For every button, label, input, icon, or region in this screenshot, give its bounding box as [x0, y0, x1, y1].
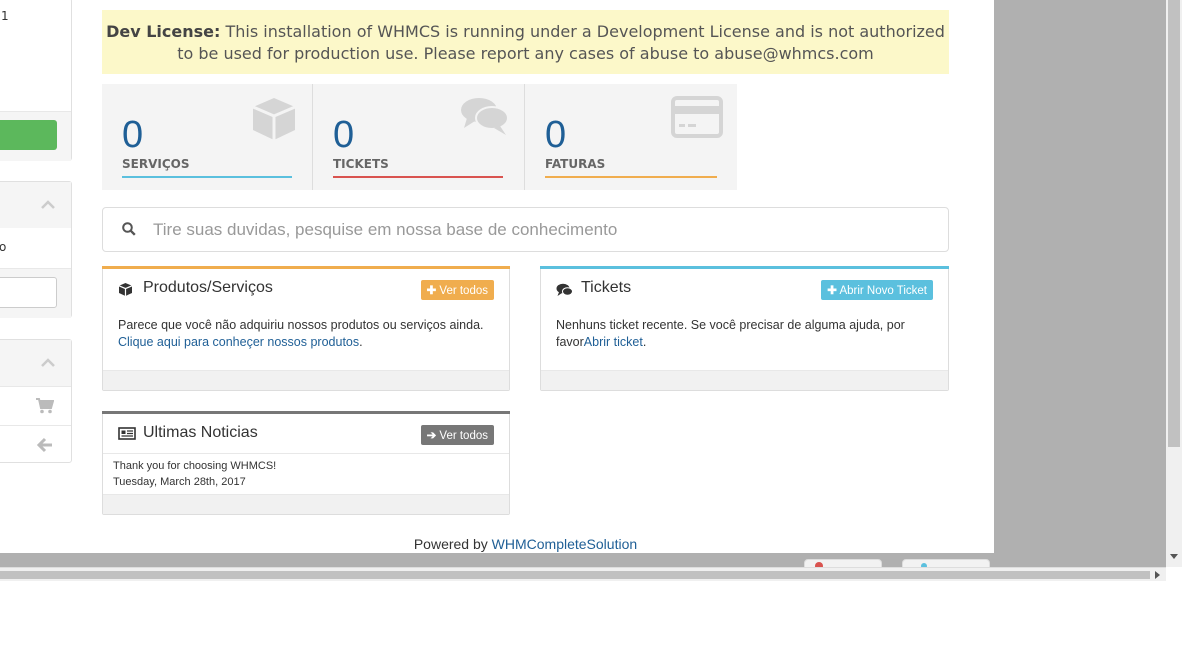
services-count: 0 — [122, 114, 144, 156]
browser-viewport: 1 o Dev License: This installation of WH… — [0, 0, 1182, 567]
link-suffix: . — [642, 335, 647, 349]
button-label: Ver todos — [439, 285, 488, 297]
footer-prefix: Powered by — [413, 536, 488, 552]
cube-icon — [252, 98, 296, 140]
vertical-scrollbar[interactable] — [1166, 0, 1182, 567]
panel-accent-bar — [102, 411, 510, 414]
tickets-underline — [333, 176, 503, 178]
comments-icon — [556, 283, 573, 296]
client-area-page: 1 o Dev License: This installation of WH… — [0, 0, 994, 553]
stat-tile-tickets[interactable]: 0 TICKETS — [313, 84, 524, 190]
sidebar-input-field[interactable] — [0, 277, 57, 308]
arrow-left-icon — [37, 437, 52, 453]
browse-products-link[interactable]: Clique aqui para conheçer nossos produto… — [118, 335, 359, 349]
stat-tile-services[interactable]: 0 SERVIÇOS — [102, 84, 312, 190]
tickets-label: TICKETS — [333, 157, 389, 171]
bottom-tab-2[interactable] — [902, 559, 990, 567]
services-label: SERVIÇOS — [122, 157, 190, 171]
services-underline — [122, 176, 292, 178]
search-icon — [122, 222, 136, 236]
horizontal-scrollbar[interactable] — [0, 567, 1166, 581]
panel-footer — [103, 370, 509, 390]
knowledgebase-search-input[interactable]: Tire suas duvidas, pesquise em nossa bas… — [102, 207, 949, 252]
sidebar-item-back[interactable] — [0, 425, 71, 464]
stat-tile-invoices[interactable]: 0 FATURAS — [525, 84, 737, 190]
sidebar-fragment-number: 1 — [1, 9, 9, 23]
panel-title: Tickets — [581, 279, 632, 296]
search-placeholder: Tire suas duvidas, pesquise em nossa bas… — [153, 220, 618, 239]
sidebar-panel-header — [0, 182, 71, 228]
products-services-panel: Produtos/Serviços ✚ Ver todos Parece que… — [102, 266, 510, 391]
arrow-right-icon: ➔ — [426, 430, 437, 442]
invoices-count: 0 — [545, 114, 567, 156]
panel-title: Produtos/Serviços — [143, 279, 273, 296]
sidebar-item-cart[interactable] — [0, 386, 71, 425]
tickets-count: 0 — [333, 114, 355, 156]
sidebar-green-button[interactable] — [0, 120, 57, 150]
whmcs-link[interactable]: WHMCompleteSolution — [492, 536, 638, 552]
chevron-up-icon[interactable] — [41, 358, 55, 367]
button-label: Abrir Novo Ticket — [839, 285, 927, 297]
comments-icon — [461, 98, 509, 135]
sidebar-panel-top: 1 — [0, 0, 72, 161]
panel-title: Ultimas Noticias — [143, 424, 258, 441]
open-new-ticket-button[interactable]: ✚ Abrir Novo Ticket — [821, 280, 933, 300]
scroll-down-arrow-icon[interactable] — [1170, 554, 1178, 560]
sidebar-panel-middle: o — [0, 181, 72, 318]
panel-footer — [541, 370, 948, 390]
dev-license-banner: Dev License: This installation of WHMCS … — [102, 10, 949, 74]
button-label: Ver todos — [439, 430, 488, 442]
dev-license-text-1: This installation of WHMCS is running un… — [225, 22, 945, 41]
sidebar-fragment-text: o — [0, 240, 7, 254]
plus-icon: ✚ — [426, 285, 437, 297]
dev-license-line-1: Dev License: This installation of WHMCS … — [102, 21, 949, 43]
news-separator — [103, 453, 509, 454]
panel-accent-bar — [102, 266, 510, 269]
panel-body: Nenhuns ticket recente. Se você precisar… — [556, 317, 933, 351]
tickets-panel: Tickets ✚ Abrir Novo Ticket Nenhuns tick… — [540, 266, 949, 391]
cube-icon — [118, 283, 133, 296]
news-item-date: Tuesday, March 28th, 2017 — [113, 476, 246, 488]
link-suffix: . — [359, 335, 363, 349]
newspaper-icon — [118, 427, 136, 440]
panel-body: Parece que você não adquiriu nossos prod… — [118, 317, 494, 351]
chevron-up-icon[interactable] — [41, 200, 55, 209]
latest-news-panel: Ultimas Noticias ➔ Ver todos Thank you f… — [102, 411, 510, 515]
scroll-right-arrow-icon[interactable] — [1155, 571, 1161, 579]
open-ticket-link[interactable]: Abrir ticket — [584, 335, 643, 349]
credit-card-icon — [671, 96, 723, 138]
bottom-tab-1[interactable] — [804, 559, 882, 567]
dev-license-label: Dev License: — [106, 22, 221, 41]
view-all-products-button[interactable]: ✚ Ver todos — [420, 280, 494, 300]
news-item[interactable]: Thank you for choosing WHMCS! Tuesday, M… — [113, 458, 276, 490]
sidebar-panel-header-2 — [0, 340, 71, 386]
invoices-label: FATURAS — [545, 157, 606, 171]
panel-accent-bar — [540, 266, 949, 269]
horizontal-scrollbar-thumb[interactable] — [0, 571, 1150, 579]
invoices-underline — [545, 176, 717, 178]
products-empty-text: Parece que você não adquiriu nossos prod… — [118, 318, 484, 332]
vertical-scrollbar-thumb[interactable] — [1168, 0, 1180, 447]
sidebar-panel-bottom — [0, 339, 72, 463]
shopping-cart-icon — [36, 398, 54, 414]
news-item-title: Thank you for choosing WHMCS! — [113, 460, 277, 472]
page-footer: Powered by WHMCompleteSolution — [0, 536, 1051, 552]
dev-license-line-2: to be used for production use. Please re… — [177, 44, 874, 63]
panel-footer — [103, 494, 509, 514]
view-all-news-button[interactable]: ➔ Ver todos — [420, 425, 494, 445]
plus-icon: ✚ — [827, 285, 837, 297]
